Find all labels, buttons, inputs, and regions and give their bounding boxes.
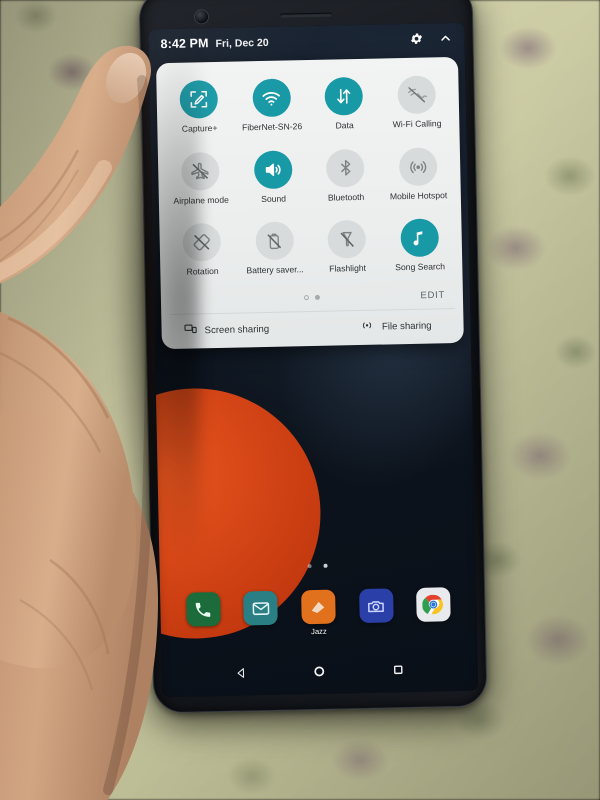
jazz-icon <box>301 589 336 625</box>
chrome-icon <box>416 587 451 622</box>
qs-tile-label: FiberNet-SN-26 <box>241 121 303 133</box>
status-bar-actions <box>409 31 452 46</box>
qs-tile-label: Sound <box>261 193 287 204</box>
photo-scene: 8:42 PM Fri, Dec 20 <box>0 0 600 800</box>
edit-button[interactable]: EDIT <box>420 290 445 302</box>
qs-page-dot[interactable] <box>303 295 310 301</box>
battery-saver-icon <box>255 221 294 261</box>
file-sharing-label: File sharing <box>381 320 432 333</box>
file-sharing-button[interactable]: File sharing <box>360 316 432 337</box>
home-page-dot-current <box>323 563 328 568</box>
music-note-icon <box>400 218 439 258</box>
camera-icon <box>358 588 394 624</box>
dock-app-chrome[interactable] <box>409 587 458 625</box>
qs-tile-data[interactable]: Data <box>307 71 381 140</box>
qs-tile-song-search[interactable]: Song Search <box>383 212 457 281</box>
flashlight-off-icon <box>327 220 367 259</box>
gear-icon[interactable] <box>409 32 423 46</box>
file-share-icon <box>360 318 375 338</box>
qs-tile-label: Song Search <box>395 261 446 273</box>
qs-tile-mobile-hotspot[interactable]: Mobile Hotspot <box>381 141 455 210</box>
qs-page-dot-current[interactable] <box>314 295 321 301</box>
qs-tile-label: Bluetooth <box>327 191 365 203</box>
qs-tile-bluetooth[interactable]: Bluetooth <box>309 142 383 211</box>
home-page-dot <box>307 564 312 569</box>
qs-tile-label: Data <box>335 120 354 131</box>
recents-icon[interactable] <box>385 656 412 683</box>
dock-app-label: Jazz <box>311 626 327 637</box>
dock-app-jazz[interactable]: Jazz <box>294 589 343 636</box>
hand-holding-phone <box>0 0 250 800</box>
qs-tile-label: Battery saver... <box>246 264 304 276</box>
qs-tile-label: Wi-Fi Calling <box>392 118 442 130</box>
sound-icon <box>253 150 293 189</box>
hotspot-icon <box>398 146 438 186</box>
wifi-calling-off-icon <box>397 75 436 115</box>
wifi-icon <box>252 78 291 118</box>
mobile-data-icon <box>324 76 364 116</box>
dock-app-camera[interactable] <box>352 588 401 626</box>
qs-tile-label: Flashlight <box>329 263 367 274</box>
qs-tile-wifi-calling[interactable]: Wi-Fi Calling <box>380 69 454 138</box>
bluetooth-icon <box>326 148 365 188</box>
earpiece-speaker <box>279 12 333 18</box>
home-icon[interactable] <box>306 658 333 685</box>
qs-tile-flashlight[interactable]: Flashlight <box>310 214 384 283</box>
qs-tile-label: Mobile Hotspot <box>389 189 448 201</box>
chevron-up-icon[interactable] <box>438 31 452 45</box>
